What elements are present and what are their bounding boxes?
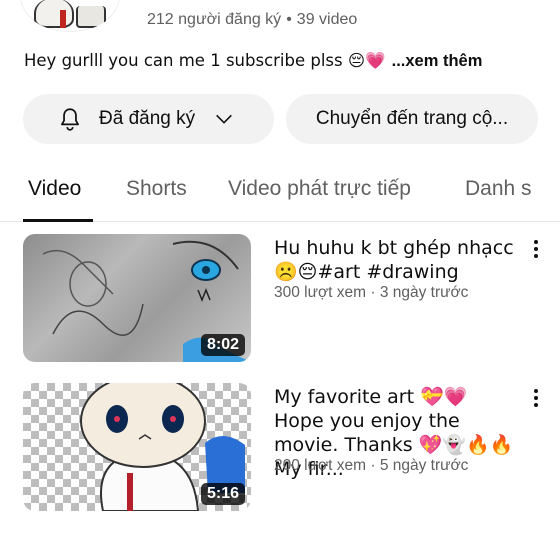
subscribed-button[interactable]: Đã đăng ký bbox=[23, 94, 274, 144]
chevron-down-icon bbox=[216, 114, 233, 124]
bell-icon bbox=[61, 108, 79, 131]
channel-stats-row: 212 người đăng ký • 39 video bbox=[0, 0, 560, 38]
tab-playlists[interactable]: Danh s bbox=[465, 177, 532, 201]
video-item[interactable]: 5:16 My favorite art 💝💗 Hope you enjoy t… bbox=[0, 383, 560, 513]
subscribed-label: Đã đăng ký bbox=[99, 108, 196, 129]
tab-shorts[interactable]: Shorts bbox=[126, 177, 187, 201]
video-count: 39 video bbox=[296, 11, 358, 28]
meta-separator: • bbox=[286, 11, 292, 28]
video-meta: 200 lượt xem · 5 ngày trước bbox=[274, 457, 469, 474]
community-label: Chuyển đến trang cộ... bbox=[315, 108, 509, 129]
video-duration: 8:02 bbox=[200, 334, 245, 356]
video-title[interactable]: Hu huhu k bt ghép nhạcc ☹️😔#art #drawing bbox=[274, 236, 522, 284]
avatar-art-head bbox=[34, 0, 74, 28]
channel-description[interactable]: Hey gurlll you can me 1 subscribe plss 😔… bbox=[24, 51, 482, 71]
community-button[interactable]: Chuyển đến trang cộ... bbox=[286, 94, 538, 144]
channel-avatar[interactable] bbox=[20, 0, 120, 32]
video-item[interactable]: 8:02 Hu huhu k bt ghép nhạcc ☹️😔#art #dr… bbox=[0, 234, 560, 364]
tab-video[interactable]: Video bbox=[28, 177, 81, 201]
channel-meta: 212 người đăng ký • 39 video bbox=[147, 11, 357, 29]
avatar-art-shirt bbox=[76, 6, 106, 28]
video-thumbnail[interactable]: 8:02 bbox=[23, 234, 251, 362]
video-duration: 5:16 bbox=[200, 483, 245, 505]
tab-live[interactable]: Video phát trực tiếp bbox=[228, 177, 411, 201]
avatar-art-tie bbox=[60, 10, 66, 28]
video-meta: 300 lượt xem · 3 ngày trước bbox=[274, 284, 469, 301]
more-vert-icon[interactable] bbox=[530, 238, 542, 258]
channel-tabs: Video Shorts Video phát trực tiếp Danh s bbox=[0, 160, 560, 222]
more-vert-icon[interactable] bbox=[530, 387, 542, 407]
active-tab-indicator bbox=[23, 219, 93, 222]
show-more-link[interactable]: ...xem thêm bbox=[392, 52, 483, 70]
subscriber-count: 212 người đăng ký bbox=[147, 11, 282, 28]
description-text: Hey gurlll you can me 1 subscribe plss 😔… bbox=[24, 51, 386, 70]
video-thumbnail[interactable]: 5:16 bbox=[23, 383, 251, 511]
